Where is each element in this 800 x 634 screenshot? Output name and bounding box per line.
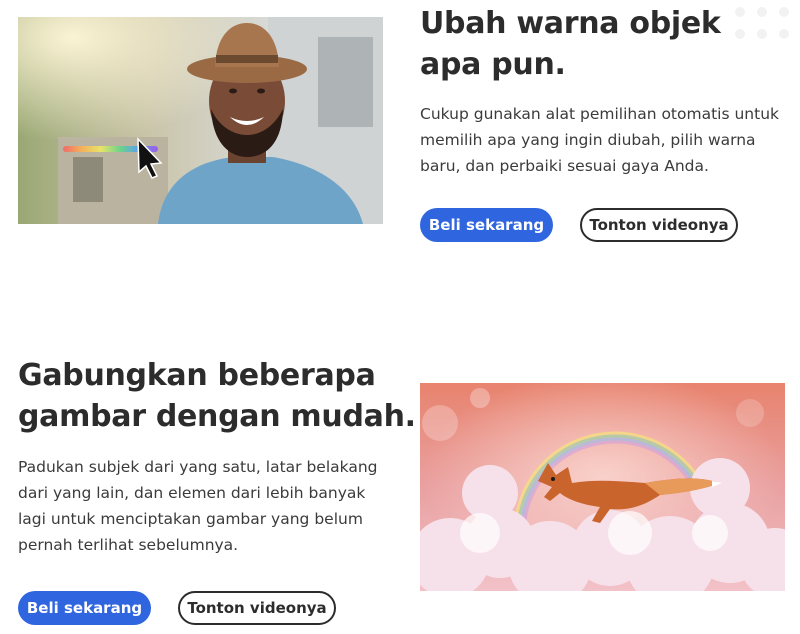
fox-in-clouds-photo [420, 383, 785, 591]
section2-heading: Gabungkan beberapa gambar dengan mudah. [18, 358, 416, 434]
man-with-hat-photo [18, 17, 383, 224]
buy-now-button[interactable]: Beli sekarang [420, 208, 553, 242]
buy-now-button-2[interactable]: Beli sekarang [18, 591, 151, 625]
section1-description: Cukup gunakan alat pemilihan otomatis un… [420, 105, 779, 175]
section2-description: Padukan subjek dari yang satu, latar bel… [18, 458, 378, 554]
section1-heading: Ubah warna objek apa pun. [420, 6, 721, 82]
watch-video-button-2[interactable]: Tonton videonya [178, 591, 336, 625]
watch-video-button[interactable]: Tonton videonya [580, 208, 738, 242]
